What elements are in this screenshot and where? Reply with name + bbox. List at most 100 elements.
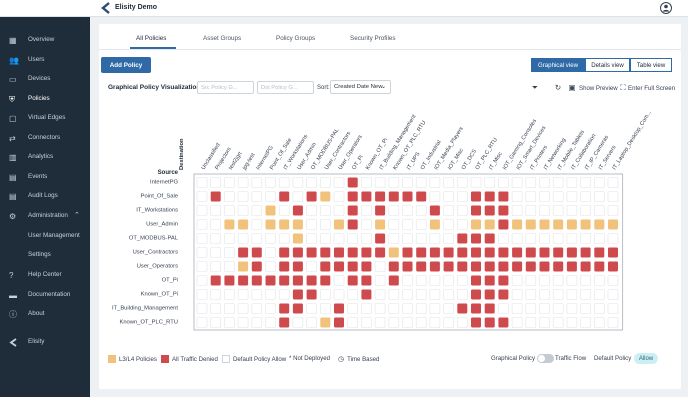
matrix-cell-denied[interactable] — [457, 247, 468, 258]
matrix-cell-denied[interactable] — [457, 303, 468, 314]
matrix-cell-denied[interactable] — [292, 275, 303, 286]
matrix-cell-allow[interactable] — [607, 317, 619, 328]
matrix-cell-l3l4[interactable] — [566, 219, 577, 230]
matrix-cell-allow[interactable] — [347, 289, 359, 300]
matrix-cell-denied[interactable] — [471, 317, 481, 328]
matrix-cell-allow[interactable] — [456, 317, 468, 328]
matrix-cell-l3l4[interactable] — [224, 219, 235, 230]
matrix-cell-denied[interactable] — [566, 261, 577, 272]
matrix-cell-allow[interactable] — [196, 275, 208, 286]
matrix-cell-allow[interactable] — [319, 233, 331, 244]
matrix-cell-allow[interactable] — [429, 191, 441, 202]
matrix-cell-allow[interactable] — [224, 205, 235, 216]
matrix-cell-allow[interactable] — [415, 177, 427, 188]
matrix-cell-allow[interactable] — [292, 177, 304, 188]
matrix-cell-l3l4[interactable] — [292, 233, 303, 244]
matrix-cell-allow[interactable] — [306, 303, 317, 314]
matrix-cell-denied[interactable] — [251, 247, 262, 258]
matrix-cell-allow[interactable] — [607, 275, 619, 286]
sidebar-item-users[interactable]: 👥 Users — [0, 52, 90, 69]
matrix-cell-allow[interactable] — [539, 233, 550, 244]
matrix-cell-allow[interactable] — [539, 275, 550, 286]
matrix-cell-allow[interactable] — [402, 219, 413, 230]
matrix-cell-denied[interactable] — [251, 261, 262, 272]
matrix-cell-allow[interactable] — [539, 205, 550, 216]
matrix-cell-denied[interactable] — [279, 247, 290, 258]
matrix-cell-allow[interactable] — [210, 205, 221, 216]
matrix-cell-allow[interactable] — [402, 303, 413, 314]
matrix-cell-denied[interactable] — [292, 205, 303, 216]
matrix-cell-allow[interactable] — [525, 233, 537, 244]
matrix-cell-denied[interactable] — [334, 261, 344, 272]
matrix-cell-l3l4[interactable] — [539, 219, 550, 230]
matrix-cell-allow[interactable] — [580, 289, 591, 300]
matrix-cell-denied[interactable] — [361, 261, 372, 272]
matrix-cell-denied[interactable] — [484, 191, 495, 202]
matrix-cell-denied[interactable] — [498, 289, 509, 300]
matrix-cell-allow[interactable] — [443, 303, 454, 314]
matrix-cell-allow[interactable] — [361, 219, 372, 230]
matrix-cell-allow[interactable] — [443, 205, 454, 216]
matrix-cell-denied[interactable] — [498, 317, 509, 328]
matrix-cell-allow[interactable] — [388, 205, 400, 216]
matrix-cell-denied[interactable] — [594, 247, 605, 258]
matrix-cell-denied[interactable] — [388, 191, 399, 202]
matrix-cell-denied[interactable] — [498, 205, 509, 216]
matrix-cell-allow[interactable] — [361, 177, 372, 188]
matrix-cell-allow[interactable] — [415, 275, 427, 286]
matrix-cell-allow[interactable] — [251, 219, 263, 230]
matrix-cell-denied[interactable] — [347, 261, 358, 272]
matrix-cell-denied[interactable] — [539, 261, 550, 272]
matrix-cell-denied[interactable] — [525, 247, 536, 258]
matrix-cell-allow[interactable] — [374, 177, 386, 188]
matrix-cell-allow[interactable] — [237, 317, 249, 328]
matrix-cell-allow[interactable] — [347, 233, 359, 244]
matrix-cell-allow[interactable] — [593, 275, 605, 286]
matrix-cell-denied[interactable] — [471, 233, 481, 244]
matrix-cell-allow[interactable] — [415, 317, 427, 328]
matrix-cell-allow[interactable] — [593, 205, 605, 216]
matrix-cell-allow[interactable] — [429, 303, 441, 314]
matrix-cell-allow[interactable] — [210, 247, 221, 258]
matrix-cell-allow[interactable] — [196, 219, 208, 230]
matrix-cell-allow[interactable] — [374, 275, 386, 286]
matrix-cell-denied[interactable] — [238, 275, 249, 286]
matrix-cell-allow[interactable] — [525, 303, 537, 314]
matrix-cell-allow[interactable] — [333, 289, 345, 300]
matrix-cell-allow[interactable] — [224, 317, 235, 328]
matrix-cell-denied[interactable] — [484, 205, 495, 216]
matrix-cell-allow[interactable] — [224, 247, 235, 258]
matrix-cell-allow[interactable] — [539, 303, 550, 314]
matrix-cell-allow[interactable] — [306, 261, 317, 272]
matrix-cell-allow[interactable] — [498, 177, 509, 188]
matrix-cell-denied[interactable] — [484, 261, 495, 272]
matrix-cell-l3l4[interactable] — [279, 219, 290, 230]
matrix-cell-allow[interactable] — [319, 205, 331, 216]
matrix-cell-allow[interactable] — [443, 219, 454, 230]
matrix-cell-allow[interactable] — [456, 177, 468, 188]
matrix-cell-allow[interactable] — [511, 177, 523, 188]
matrix-cell-allow[interactable] — [402, 177, 413, 188]
matrix-cell-allow[interactable] — [251, 205, 263, 216]
sidebar-item-administration[interactable]: ⚙ Administration ⌃ — [0, 208, 90, 225]
matrix-cell-allow[interactable] — [593, 191, 605, 202]
matrix-cell-allow[interactable] — [593, 177, 605, 188]
matrix-cell-allow[interactable] — [388, 289, 400, 300]
matrix-cell-denied[interactable] — [306, 275, 317, 286]
matrix-cell-l3l4[interactable] — [334, 219, 344, 230]
matrix-cell-allow[interactable] — [593, 317, 605, 328]
sidebar-item-analytics[interactable]: ▥ Analytics — [0, 149, 90, 166]
matrix-cell-denied[interactable] — [361, 247, 372, 258]
matrix-cell-allow[interactable] — [525, 205, 537, 216]
matrix-cell-allow[interactable] — [237, 191, 249, 202]
matrix-cell-l3l4[interactable] — [429, 219, 440, 230]
sidebar-item-events[interactable]: ▤ Events — [0, 169, 90, 186]
matrix-cell-denied[interactable] — [361, 191, 372, 202]
matrix-cell-denied[interactable] — [224, 275, 235, 286]
matrix-cell-allow[interactable] — [251, 303, 263, 314]
matrix-cell-allow[interactable] — [306, 233, 317, 244]
matrix-cell-allow[interactable] — [388, 317, 400, 328]
matrix-cell-denied[interactable] — [471, 261, 481, 272]
matrix-cell-allow[interactable] — [552, 205, 564, 216]
matrix-cell-l3l4[interactable] — [320, 191, 331, 202]
